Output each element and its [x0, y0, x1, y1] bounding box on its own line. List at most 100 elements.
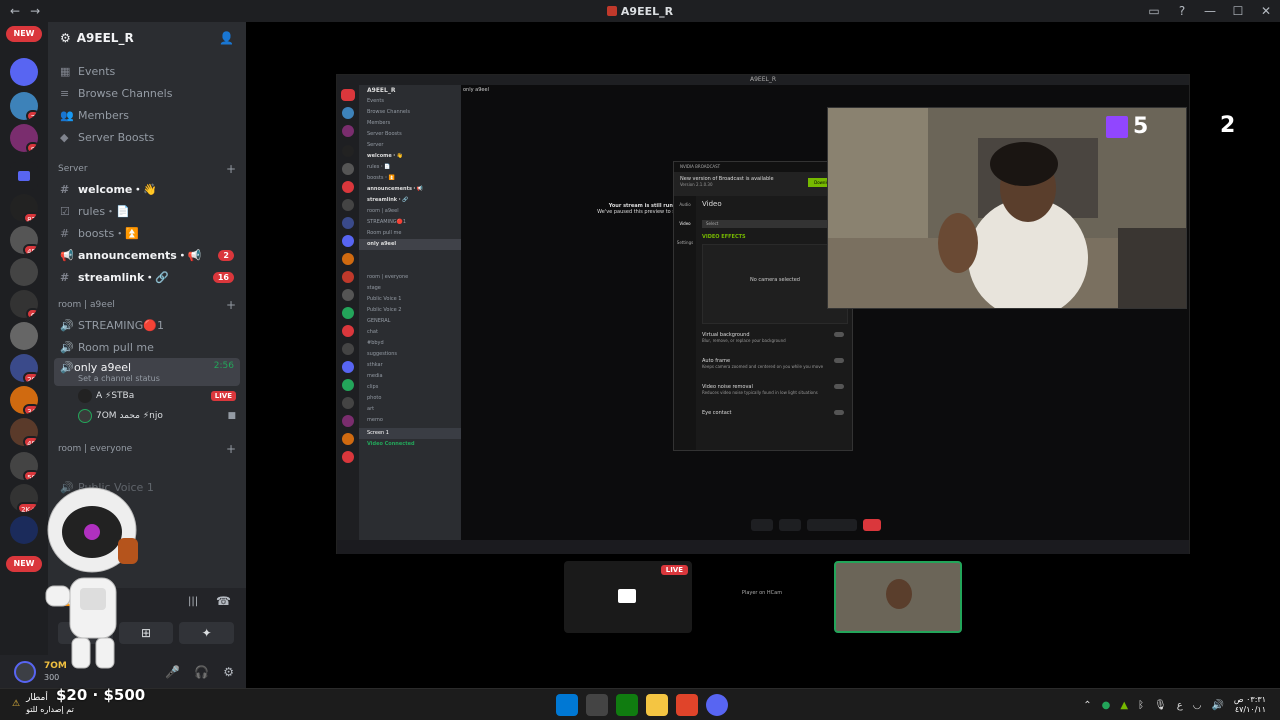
- sidebar-item-server-boosts[interactable]: ◆ Server Boosts: [48, 126, 246, 148]
- stream-sidebar-row: chat: [367, 329, 378, 335]
- settings-gear-icon[interactable]: ⚙: [223, 665, 234, 679]
- server-icon-2[interactable]: 7: [10, 92, 38, 120]
- disconnect-icon[interactable]: ☎: [216, 594, 231, 608]
- stream-window-title: A9EEL_R: [337, 75, 1189, 85]
- sidebar-item-events[interactable]: ▦ Events: [48, 60, 246, 82]
- option-desc: Keeps camera zoomed and centered on you …: [702, 364, 824, 369]
- channel-welcome[interactable]: # welcome・👋: [48, 178, 246, 200]
- stream-sidebar-row: GENERAL: [367, 318, 391, 324]
- activity-button[interactable]: ✦: [179, 622, 235, 644]
- plus-icon[interactable]: +: [226, 442, 236, 456]
- server-icon-14[interactable]: [10, 516, 38, 544]
- window-title-text: A9EEL_R: [620, 4, 674, 18]
- store-icon[interactable]: [586, 694, 608, 716]
- new-badge-bottom[interactable]: NEW: [6, 556, 42, 572]
- language-indicator[interactable]: ع: [1177, 700, 1183, 711]
- participant-placeholder[interactable]: Player on HCam: [732, 590, 792, 596]
- channel-room-pull-me[interactable]: 🔊 Room pull me: [48, 336, 246, 358]
- members-icon: 👥: [60, 108, 74, 122]
- volume-icon[interactable]: 🔊: [1211, 700, 1223, 711]
- screen-icon: [618, 589, 636, 603]
- channel-announcements[interactable]: 📢 announcements・📢 2: [48, 244, 246, 266]
- server-icon-12[interactable]: 50: [10, 452, 38, 480]
- speaker-icon: 🔊: [60, 361, 74, 374]
- webcam-thumbnail[interactable]: [834, 561, 962, 633]
- discord-icon[interactable]: [706, 694, 728, 716]
- participant-avatar: [886, 579, 912, 609]
- channel-streaming[interactable]: 🔊 STREAMING🔴1: [48, 314, 246, 336]
- server-icon-9[interactable]: 20: [10, 354, 38, 382]
- channel-rules[interactable]: ☑ rules・📄: [48, 200, 246, 222]
- server-icon-6[interactable]: [10, 258, 38, 286]
- avatar: [78, 389, 92, 403]
- start-icon[interactable]: [556, 694, 578, 716]
- warning-icon: ⚠: [12, 699, 21, 709]
- nvidia-update-banner: New version of Broadcast is available Ve…: [674, 172, 852, 196]
- close-icon[interactable]: ✕: [1252, 4, 1280, 18]
- rules-icon: ☑: [60, 204, 70, 218]
- server-icon-4[interactable]: 82: [10, 194, 38, 222]
- category-room-everyone[interactable]: room | everyone +: [48, 440, 246, 458]
- server-header[interactable]: ⚙ A9EEL_R 👤: [48, 22, 246, 54]
- webcam-feed: 5: [827, 107, 1187, 309]
- channel-label: Room pull me: [78, 340, 154, 354]
- server-icon-13[interactable]: 2K+: [10, 484, 38, 512]
- plus-icon[interactable]: +: [226, 298, 236, 312]
- stream-thumbnail[interactable]: LIVE: [564, 561, 692, 633]
- promo-overlay-text: $20 · $500: [56, 686, 146, 704]
- server-icon-5[interactable]: 45: [10, 226, 38, 254]
- channel-boosts[interactable]: # boosts・⏫: [48, 222, 246, 244]
- sidebar-item-members[interactable]: 👥 Members: [48, 104, 246, 126]
- folder-icon[interactable]: [646, 694, 668, 716]
- title-bar: ← → A9EEL_R ▭ ? — ☐ ✕: [0, 0, 1280, 22]
- new-badge[interactable]: NEW: [6, 26, 42, 42]
- inbox-icon[interactable]: ▭: [1140, 4, 1168, 18]
- xbox-icon[interactable]: [616, 694, 638, 716]
- server-icon-10[interactable]: 34: [10, 386, 38, 414]
- nvidia-left-nav: Audio Video Settings: [674, 196, 696, 450]
- category-server[interactable]: Server +: [48, 160, 246, 178]
- status-dot-icon[interactable]: ●: [1102, 700, 1111, 711]
- server-icon-1[interactable]: [10, 58, 38, 86]
- brave-icon[interactable]: [676, 694, 698, 716]
- stream-sidebar-row: #bbyd: [367, 340, 384, 346]
- stream-server-rail: [337, 85, 359, 540]
- stream-sidebar-row: clips: [367, 384, 379, 390]
- server-icon-8[interactable]: [10, 322, 38, 350]
- channel-label: only a9eel: [74, 361, 132, 374]
- chevron-up-icon[interactable]: ⌃: [1083, 700, 1091, 711]
- channel-streamlink[interactable]: # streamlink・🔗 16: [48, 266, 246, 288]
- stream-sidebar-row: STREAMING🔴1: [367, 219, 407, 225]
- folder-icon[interactable]: [10, 162, 38, 190]
- voice-channel-active[interactable]: 🔊 only a9eel 2:56 Set a channel status: [54, 358, 240, 386]
- mention-count: 16: [212, 271, 234, 283]
- headphones-icon[interactable]: 🎧: [194, 665, 209, 679]
- waveform-icon[interactable]: |||: [188, 596, 198, 607]
- mention-badge: 2K+: [17, 502, 38, 512]
- help-icon[interactable]: ?: [1168, 4, 1196, 18]
- server-icon-7[interactable]: 6: [10, 290, 38, 318]
- plus-icon[interactable]: +: [226, 162, 236, 176]
- maximize-icon[interactable]: ☐: [1224, 4, 1252, 18]
- mic-icon[interactable]: 🎤: [165, 665, 180, 679]
- hash-icon: #: [60, 226, 70, 240]
- server-icon-3[interactable]: 8: [10, 124, 38, 152]
- category-room-a9eel[interactable]: room | a9eel +: [48, 296, 246, 314]
- voice-user-2[interactable]: 7OM محمد ⚡njo ■: [48, 406, 246, 426]
- nav-audio: Audio: [679, 202, 691, 207]
- add-user-icon[interactable]: 👤: [219, 31, 234, 45]
- nvidia-icon[interactable]: ▲: [1120, 700, 1128, 711]
- stream-sidebar-row: Events: [367, 98, 384, 104]
- server-icon-11[interactable]: 49: [10, 418, 38, 446]
- option-eye-contact: Eye contact: [702, 410, 848, 428]
- clock[interactable]: ٠٣:٣١ ص ٤٧/١٠/١١: [1234, 695, 1266, 715]
- mic-tray-icon[interactable]: 🎙: [1154, 700, 1167, 711]
- sidebar-item-browse-channels[interactable]: ≡ Browse Channels: [48, 82, 246, 104]
- bluetooth-icon[interactable]: ᛒ: [1138, 700, 1144, 711]
- voice-user-1[interactable]: A ⚡STBa LIVE: [48, 386, 246, 406]
- channel-status[interactable]: Set a channel status: [60, 374, 234, 383]
- wifi-icon[interactable]: ◡: [1193, 700, 1202, 711]
- mention-count: 2: [218, 249, 234, 261]
- minimize-icon[interactable]: —: [1196, 4, 1224, 18]
- avatar[interactable]: [14, 660, 36, 683]
